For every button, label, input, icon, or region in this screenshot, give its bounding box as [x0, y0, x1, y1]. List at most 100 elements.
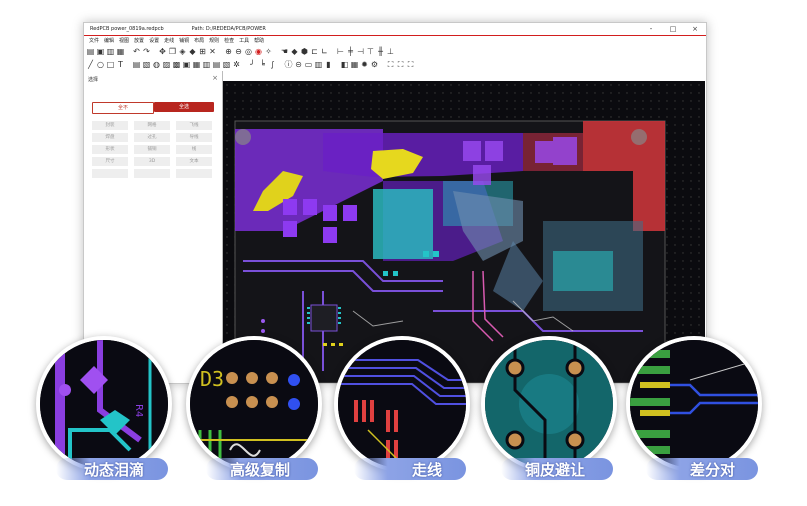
filter-extra-1[interactable]: [92, 169, 128, 178]
filter-extra-3[interactable]: [176, 169, 212, 178]
zoom-fit-icon[interactable]: ◎: [244, 47, 253, 56]
menu-route[interactable]: 走线: [164, 37, 174, 44]
feature-label-teardrop: 动态泪滴: [84, 461, 145, 479]
r4-label: R4: [133, 404, 144, 417]
feature-label-copper-avoid: 铜皮避让: [525, 461, 586, 479]
zoom-in-icon[interactable]: ⊕: [224, 47, 233, 56]
filter-grid[interactable]: 网格: [134, 121, 170, 130]
menu-file[interactable]: 文件: [89, 37, 99, 44]
feature-label-advanced-copy: 高级复制: [230, 461, 291, 479]
align-middle-icon[interactable]: ╫: [376, 47, 385, 56]
length-tune-icon[interactable]: ∫: [268, 60, 277, 69]
ruler-x-icon[interactable]: ⛶: [396, 60, 405, 69]
filter-ratsnest[interactable]: 飞线: [176, 121, 212, 130]
filter-dimension[interactable]: 尺寸: [92, 157, 128, 166]
zoom-area-icon[interactable]: ◉: [254, 47, 263, 56]
image-icon[interactable]: ▥: [202, 60, 211, 69]
menu-tools[interactable]: 工具: [239, 37, 249, 44]
filter-via[interactable]: 过孔: [134, 133, 170, 142]
delete-icon[interactable]: ✕: [208, 47, 217, 56]
info-icon[interactable]: ⓘ: [284, 60, 293, 69]
menu-view[interactable]: 视图: [119, 37, 129, 44]
menu-layout[interactable]: 布局: [194, 37, 204, 44]
view-3d-icon[interactable]: ⬢: [300, 47, 309, 56]
teardrop-icon[interactable]: ◧: [340, 60, 349, 69]
maximize-button[interactable]: □: [662, 23, 684, 35]
new-file-icon[interactable]: ▤: [86, 47, 95, 56]
sun-icon[interactable]: ✹: [360, 60, 369, 69]
dimension-icon[interactable]: ▦: [192, 60, 201, 69]
measure-icon[interactable]: ⊏: [310, 47, 319, 56]
align-bottom-icon[interactable]: ⊥: [386, 47, 395, 56]
report-icon[interactable]: ▮: [324, 60, 333, 69]
pcb-canvas[interactable]: [223, 81, 705, 383]
hide-icon[interactable]: ⊝: [294, 60, 303, 69]
menu-edit[interactable]: 编辑: [104, 37, 114, 44]
mirror-icon[interactable]: ◆: [188, 47, 197, 56]
align-center-icon[interactable]: ╪: [346, 47, 355, 56]
array-icon[interactable]: ▧: [222, 60, 231, 69]
filter-footprint[interactable]: 封装: [92, 121, 128, 130]
panel-title: 选择: [88, 77, 99, 83]
feature-teardrop-image: R4: [36, 336, 172, 472]
layer-icon[interactable]: ◆: [290, 47, 299, 56]
component-icon[interactable]: ▤: [132, 60, 141, 69]
align-top-icon[interactable]: ⊤: [366, 47, 375, 56]
paste-icon[interactable]: ◈: [178, 47, 187, 56]
text-tool-icon[interactable]: T: [116, 60, 125, 69]
line-tool-icon[interactable]: ╱: [86, 60, 95, 69]
minimize-button[interactable]: -: [640, 23, 662, 35]
close-button[interactable]: ×: [684, 23, 706, 35]
zoom-out-icon[interactable]: ⊖: [234, 47, 243, 56]
filter-text[interactable]: 文本: [176, 157, 212, 166]
filter-line[interactable]: 线: [176, 145, 212, 154]
save-all-icon[interactable]: ▦: [116, 47, 125, 56]
drc-icon[interactable]: ▥: [314, 60, 323, 69]
filter-track[interactable]: 导线: [176, 133, 212, 142]
align-left-icon[interactable]: ⊢: [336, 47, 345, 56]
filter-extra-2[interactable]: [134, 169, 170, 178]
menu-place[interactable]: 放置: [134, 37, 144, 44]
corner-icon[interactable]: ∟: [320, 47, 329, 56]
diff-route-icon[interactable]: ╘: [258, 60, 267, 69]
pan-icon[interactable]: ✧: [264, 47, 273, 56]
move-icon[interactable]: ✥: [158, 47, 167, 56]
redo-icon[interactable]: ↷: [142, 47, 151, 56]
select-all-button[interactable]: 全选: [154, 102, 214, 112]
copper-pour-icon[interactable]: ▨: [162, 60, 171, 69]
menu-help[interactable]: 帮助: [254, 37, 264, 44]
via-icon[interactable]: ◍: [152, 60, 161, 69]
filter-shape[interactable]: 形状: [92, 145, 128, 154]
label-pill-3: [354, 458, 466, 480]
net-icon[interactable]: ▭: [304, 60, 313, 69]
copy-icon[interactable]: ❐: [168, 47, 177, 56]
ruler-icon[interactable]: ⛶: [386, 60, 395, 69]
align-right-icon[interactable]: ⊣: [356, 47, 365, 56]
highlight-icon[interactable]: ☚: [280, 47, 289, 56]
undo-icon[interactable]: ↶: [132, 47, 141, 56]
save-icon[interactable]: ▥: [106, 47, 115, 56]
circle-tool-icon[interactable]: ○: [96, 60, 105, 69]
route-icon[interactable]: ╯: [248, 60, 257, 69]
menu-settings[interactable]: 设置: [149, 37, 159, 44]
pad-icon[interactable]: ▧: [142, 60, 151, 69]
grid-icon[interactable]: ⊞: [198, 47, 207, 56]
menu-check[interactable]: 检查: [224, 37, 234, 44]
ruler-y-icon[interactable]: ⛶: [406, 60, 415, 69]
filter-copper[interactable]: 铺铜: [134, 145, 170, 154]
filter-3d[interactable]: 3D: [134, 157, 170, 166]
menu-copper[interactable]: 铺铜: [179, 37, 189, 44]
close-icon[interactable]: ×: [212, 74, 218, 82]
filter-pad[interactable]: 焊盘: [92, 133, 128, 142]
stitch-icon[interactable]: ▦: [350, 60, 359, 69]
select-none-button[interactable]: 全不: [92, 102, 154, 114]
settings-icon[interactable]: ⚙: [370, 60, 379, 69]
menu-rules[interactable]: 规则: [209, 37, 219, 44]
open-file-icon[interactable]: ▣: [96, 47, 105, 56]
rect-tool-icon[interactable]: □: [106, 60, 115, 69]
keepout-icon[interactable]: ▩: [172, 60, 181, 69]
logo-icon[interactable]: ▤: [212, 60, 221, 69]
app-window: RedPCB power_0819a.redpcb Path: D:/REDED…: [83, 22, 707, 384]
board-outline-icon[interactable]: ▣: [182, 60, 191, 69]
snap-icon[interactable]: ✲: [232, 60, 241, 69]
